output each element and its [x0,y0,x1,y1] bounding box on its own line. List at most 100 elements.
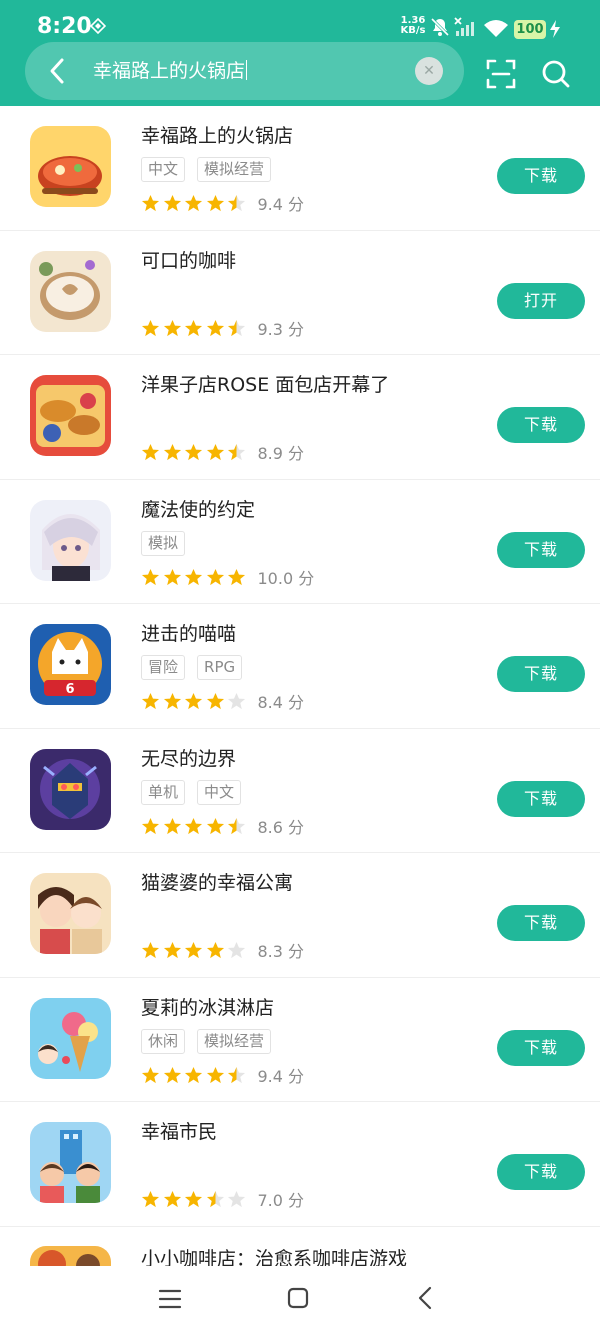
vpn-icon [90,18,106,34]
list-item[interactable]: 可口的咖啡 9.3 分 打开 [0,231,600,355]
home-icon[interactable] [287,1287,309,1309]
rating: 9.4 分 [141,1063,305,1086]
app-name: 进击的喵喵 [141,623,237,645]
tag: 中文 [141,157,186,182]
nav-back-icon[interactable] [417,1286,433,1310]
star-icon [163,941,182,960]
coffee-icon [30,250,111,332]
menu-icon[interactable] [158,1287,182,1311]
rating-score: 10.0 分 [257,568,315,588]
search-icon[interactable] [541,59,571,89]
app-name: 魔法使的约定 [141,498,256,521]
rating: 8.6 分 [141,814,305,837]
tag-list: 中文 模拟经营 [141,157,283,183]
app-name: 幸福路上的火锅店 [141,125,294,147]
star-icon [206,817,225,836]
rating: 8.9 分 [141,440,305,463]
star-icon [184,817,203,836]
list-item[interactable]: 魔法使的约定 模拟 10.0 分 下载 [0,480,600,604]
star-half-icon [227,443,246,462]
list-item[interactable]: 无尽的边界 单机 中文 8.6 分 下载 [0,729,600,853]
star-icon [184,194,203,213]
star-icon [163,568,182,587]
text-cursor [246,60,248,80]
app-name: 小小咖啡店：治愈系咖啡店游戏 [141,1248,408,1266]
download-button[interactable]: 下载 [497,780,585,817]
tag: RPG [197,655,243,680]
star-icon [141,1190,160,1209]
rating-score: 9.4 分 [257,1066,305,1086]
star-half-icon [227,194,246,213]
bread-icon [30,375,111,456]
download-button[interactable]: 下载 [497,407,585,443]
star-icon [141,941,160,960]
app-header: 8:20 1.36 KB/s 100 幸福路上的火锅店 ✕ [0,0,600,106]
status-time: 8:20 [37,14,92,39]
star-half-icon [227,817,246,836]
star-icon [163,443,182,462]
rating: 9.4 分 [141,191,305,214]
ice-cream-icon [30,997,111,1079]
star-half-icon [227,319,246,338]
list-item[interactable]: 洋果子店ROSE 面包店开幕了 8.9 分 下载 [0,355,600,480]
tag: 模拟经营 [197,157,272,182]
charging-icon [550,20,560,38]
signal-icon [454,17,474,36]
list-item[interactable]: 小小咖啡店：治愈系咖啡店游戏 [0,1226,600,1266]
star-icon [163,817,182,836]
download-button[interactable]: 下载 [497,531,585,568]
rating-score: 9.3 分 [257,319,305,339]
star-icon [141,692,160,711]
net-speed: 1.36 KB/s [400,15,426,36]
download-button[interactable]: 下载 [497,656,585,692]
download-button[interactable]: 下载 [497,1029,585,1066]
open-button[interactable]: 打开 [497,282,585,319]
back-icon[interactable] [46,56,68,86]
download-button[interactable]: 下载 [497,158,585,194]
star-icon [206,568,225,587]
list-item[interactable]: 猫婆婆的幸福公寓 8.3 分 下载 [0,853,600,978]
app-name: 猫婆婆的幸福公寓 [141,872,294,894]
search-input[interactable]: 幸福路上的火锅店 [93,58,248,84]
star-empty-icon [227,941,246,960]
scan-icon[interactable] [486,59,516,89]
star-icon [163,319,182,338]
download-button[interactable]: 下载 [497,905,585,941]
list-item[interactable]: 幸福路上的火锅店 中文 模拟经营 9.4 分 下载 [0,106,600,231]
rating: 8.4 分 [141,689,304,712]
rating: 7.0 分 [141,1187,304,1210]
tag: 模拟经营 [197,1028,272,1054]
tag: 单机 [141,779,186,805]
app-list: 幸福路上的火锅店 中文 模拟经营 9.4 分 下载 可口的咖啡 9.3 分 打开 … [0,106,600,1227]
list-item[interactable]: 夏莉的冰淇淋店 休闲 模拟经营 9.4 分 下载 [0,978,600,1102]
battery-indicator: 100 [514,20,546,39]
star-icon [163,1066,182,1085]
star-icon [184,319,203,338]
apartment-couple-icon [30,873,111,954]
star-icon [184,1190,203,1209]
app-name: 无尽的边界 [141,747,237,770]
tag: 模拟 [141,530,186,556]
app-name: 夏莉的冰淇淋店 [141,996,275,1019]
status-bar: 8:20 1.36 KB/s 100 [0,0,600,44]
star-icon [184,568,203,587]
svg-text:6: 6 [65,682,74,697]
app-name: 幸福市民 [141,1121,218,1143]
star-empty-icon [227,692,246,711]
clear-search-button[interactable]: ✕ [415,57,443,85]
download-button[interactable]: 下载 [497,1154,585,1190]
tag: 冒险 [141,655,186,680]
star-icon [184,1066,203,1085]
star-icon [141,194,160,213]
rating-score: 8.9 分 [257,444,305,463]
rating-score: 9.4 分 [257,195,305,214]
list-item[interactable]: 6 进击的喵喵 冒险 RPG 8.4 分 下载 [0,604,600,729]
rating-score: 8.6 分 [257,817,305,837]
list-item[interactable]: 幸福市民 7.0 分 下载 [0,1102,600,1227]
star-icon [184,443,203,462]
hotpot-icon [30,126,111,207]
star-icon [206,319,225,338]
app-name: 可口的咖啡 [141,249,237,272]
star-icon [163,692,182,711]
star-icon [206,443,225,462]
